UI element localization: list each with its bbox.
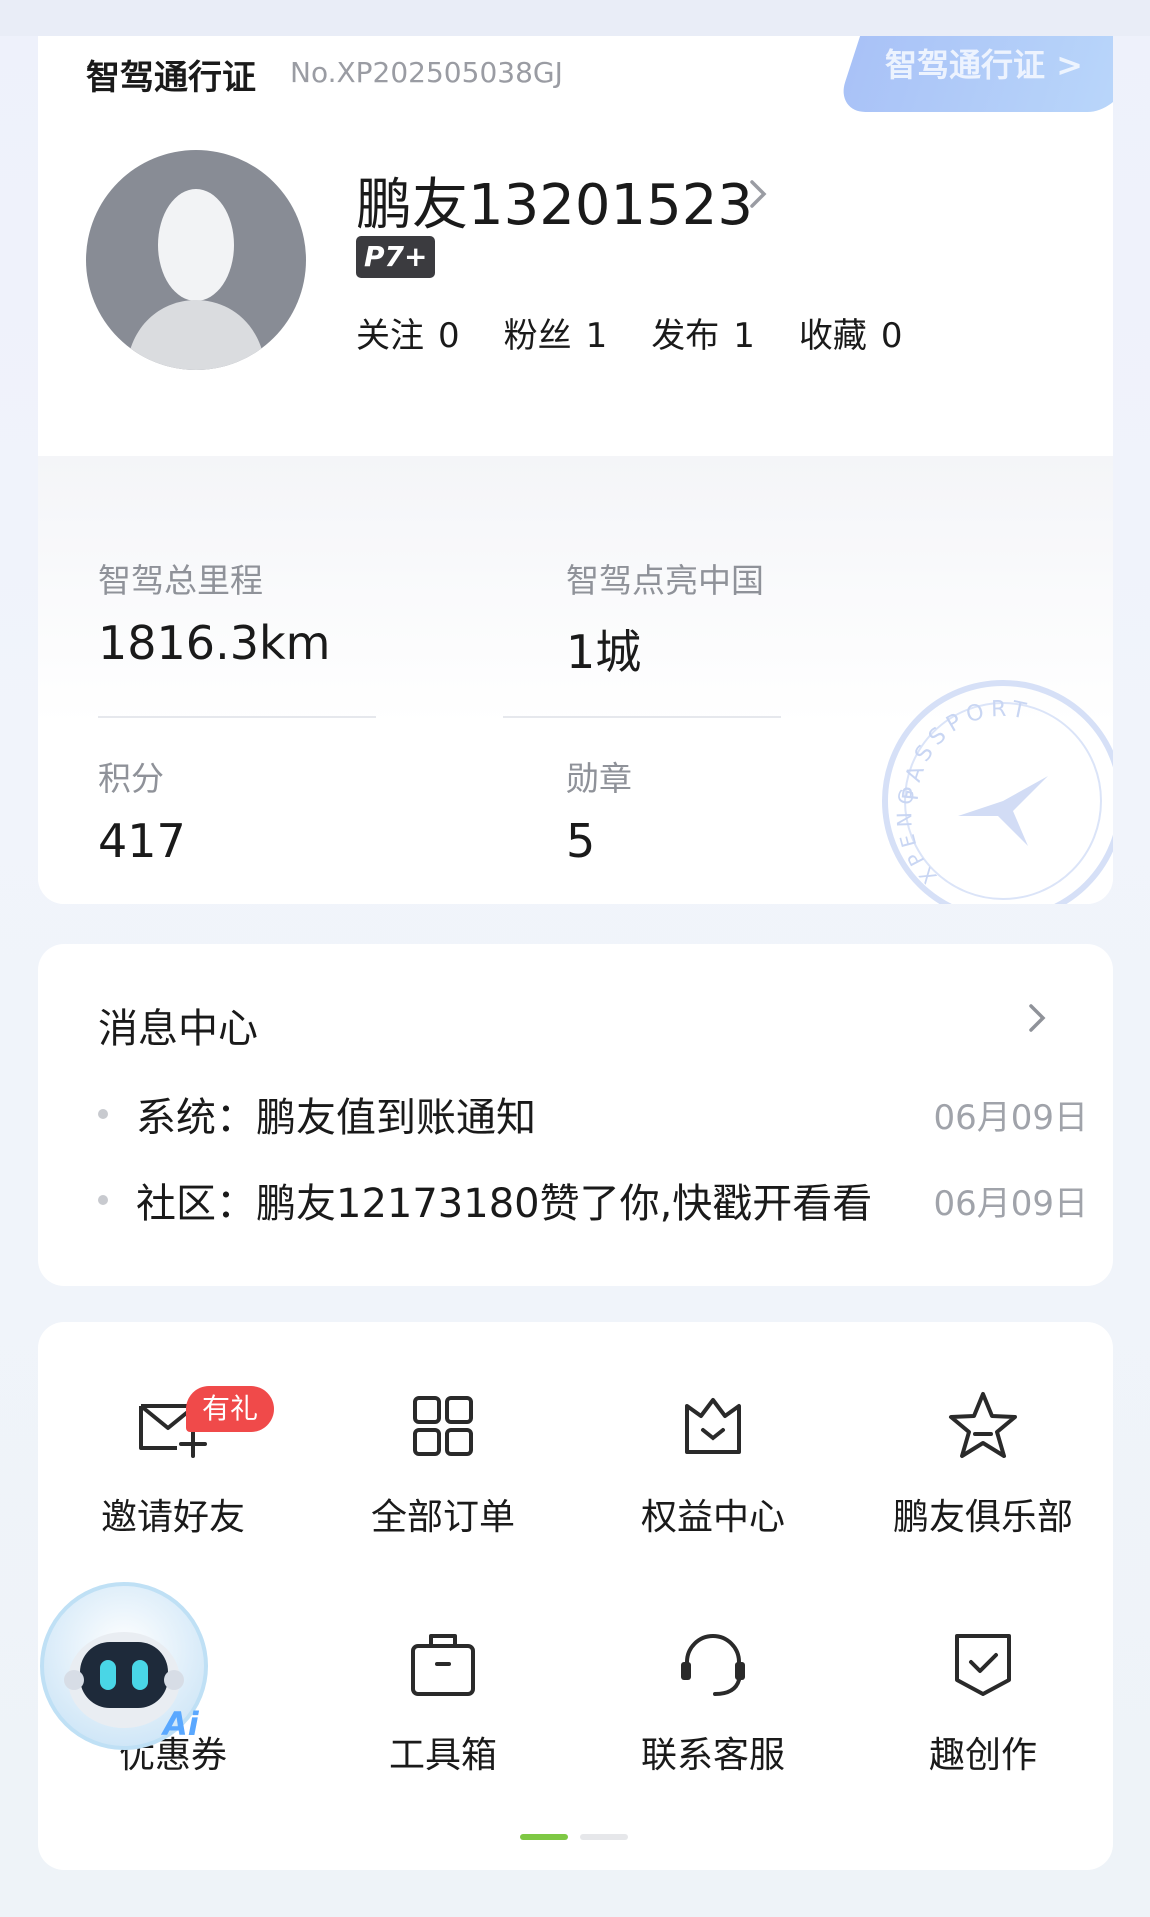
username[interactable]: 鹏友13201523 [356,160,753,241]
stat-cities[interactable]: 智驾点亮中国 1城 [566,554,764,682]
divider [503,716,781,718]
service-invite-friends[interactable]: 邀请好友 有礼 [38,1386,308,1540]
message-center-title: 消息中心 [98,1006,258,1052]
gift-badge: 有礼 [186,1386,275,1432]
social-stat-value: 1 [585,316,608,356]
stat-points[interactable]: 积分 417 [98,752,186,868]
message-category: 系统： [136,1095,256,1141]
stat-value: 5 [566,814,596,868]
page-dot [580,1834,628,1840]
service-label: 联系客服 [640,1735,785,1776]
message-date: 06月09日 [933,1183,1088,1224]
bullet-dot [98,1195,108,1205]
stat-medals[interactable]: 勋章 5 [566,752,632,868]
star-icon [949,1392,1017,1458]
service-benefits-center[interactable]: 权益中心 [578,1386,848,1540]
message-item[interactable]: 社区： 鹏友12173180赞了你,快戳开看看 06月09日 [98,1170,1088,1230]
service-creation[interactable]: 趣创作 [848,1624,1118,1778]
stat-value: 1城 [566,625,642,679]
headset-icon [681,1634,745,1696]
stamp-text-brand: XPENG [892,781,935,889]
social-stat-posts[interactable]: 发布 1 [651,308,755,357]
bullet-dot [98,1109,108,1119]
assistant-label[interactable]: Ai [163,1705,199,1743]
social-stat-fans[interactable]: 粉丝 1 [504,308,608,357]
service-label: 鹏友俱乐部 [892,1497,1073,1538]
service-label: 全部订单 [370,1497,515,1538]
toolbox-icon [411,1634,475,1696]
social-stat-label: 粉丝 [503,316,572,356]
divider [98,716,376,718]
chevron-right-icon[interactable] [1019,1000,1055,1036]
crown-box-icon [685,1398,741,1454]
chevron-right-icon[interactable] [738,174,778,214]
message-text: 鹏友12173180赞了你,快戳开看看 [256,1181,873,1227]
grid-icon [413,1396,473,1456]
passport-title: 智驾通行证 [86,58,256,98]
service-label: 邀请好友 [100,1497,245,1538]
service-label: 趣创作 [928,1735,1037,1776]
stat-label: 智驾点亮中国 [566,561,764,600]
service-toolbox[interactable]: 工具箱 [308,1624,578,1778]
service-label: 工具箱 [388,1735,497,1776]
social-stat-label: 收藏 [798,316,867,356]
stat-label: 智驾总里程 [98,561,263,600]
passport-stamp-icon: PASSPORT XPENG [882,680,1113,904]
service-customer-support[interactable]: 联系客服 [578,1624,848,1778]
social-stat-following[interactable]: 关注 0 [356,308,460,357]
service-all-orders[interactable]: 全部订单 [308,1386,578,1540]
message-text: 鹏友值到账通知 [256,1095,536,1141]
stat-label: 积分 [98,759,164,798]
message-date: 06月09日 [933,1097,1088,1138]
stat-label: 勋章 [566,759,632,798]
model-badge: P7+ [356,236,436,278]
message-center-card[interactable]: 消息中心 系统： 鹏友值到账通知 06月09日 社区： 鹏友12173180赞了… [38,944,1113,1286]
social-stat-value: 0 [880,316,903,356]
shield-check-icon [955,1634,1011,1696]
stat-mileage[interactable]: 智驾总里程 1816.3km [98,554,330,670]
status-bar-strip [0,0,1150,36]
avatar[interactable] [86,150,306,370]
social-stat-label: 发布 [651,316,720,356]
message-item[interactable]: 系统： 鹏友值到账通知 06月09日 [98,1084,1088,1144]
driving-stats: 智驾总里程 1816.3km 智驾点亮中国 1城 积分 417 勋章 5 PAS… [38,456,1113,904]
passport-number: No.XP202505038GJ [290,56,563,89]
social-stat-label: 关注 [356,316,424,356]
stat-value: 417 [98,814,186,868]
social-stat-value: 0 [438,316,460,356]
service-label: 权益中心 [640,1497,785,1538]
service-club[interactable]: 鹏友俱乐部 [848,1386,1118,1540]
default-avatar-icon [126,189,266,370]
social-stat-favorites[interactable]: 收藏 0 [799,308,903,357]
page-dot-active [520,1834,568,1840]
passport-tab-label[interactable]: 智驾通行证 > [885,40,1083,86]
message-category: 社区： [136,1181,256,1227]
stat-value: 1816.3km [98,616,331,670]
passport-card: 智驾通行证 > 智驾通行证 No.XP202505038GJ 鹏友1320152… [38,36,1113,904]
social-stats: 关注 0 粉丝 1 发布 1 收藏 0 [356,308,947,357]
page-indicator [520,1834,628,1840]
svg-text:XPENG: XPENG [892,781,941,889]
social-stat-value: 1 [733,316,755,356]
